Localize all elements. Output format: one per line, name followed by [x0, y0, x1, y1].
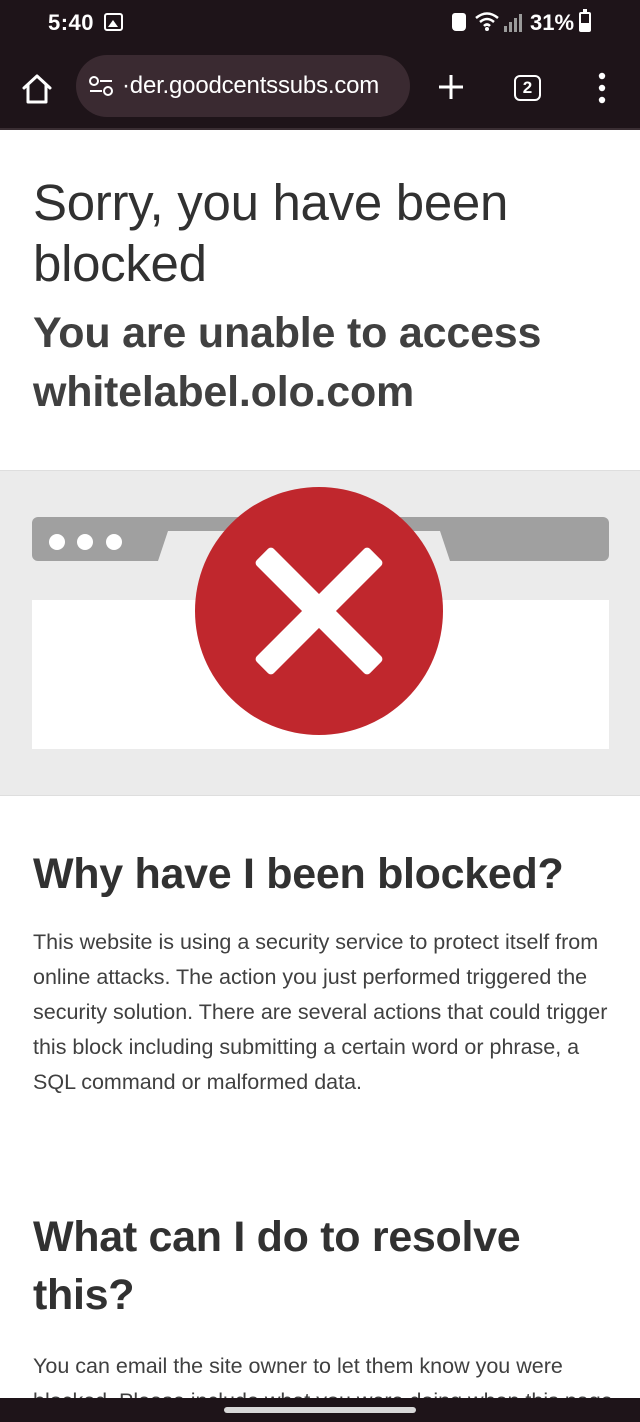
- blocked-browser-graphic: [32, 487, 609, 749]
- resolve-heading: What can I do to resolve this?: [33, 1213, 521, 1319]
- lock-icon: [452, 13, 466, 31]
- page-subtitle: You are unable to access whitelabel.olo.…: [33, 309, 542, 416]
- why-blocked-heading: Why have I been blocked?: [33, 850, 564, 898]
- status-time: 5:40: [48, 10, 95, 35]
- status-bar: 5:40 31%: [0, 0, 640, 50]
- window-dot: [77, 534, 93, 550]
- home-gesture-handle[interactable]: [224, 1407, 416, 1413]
- browser-toolbar: ·der.goodcentssubs.com 2: [0, 50, 640, 130]
- signal-icon: [504, 14, 522, 32]
- window-dot: [106, 534, 122, 550]
- navigation-bar: [0, 1398, 640, 1422]
- why-blocked-text: This website is using a security service…: [33, 930, 608, 1094]
- image-icon: [104, 13, 123, 31]
- window-dot: [49, 534, 65, 550]
- page-title: Sorry, you have been blocked: [33, 174, 509, 292]
- site-settings-icon[interactable]: [88, 75, 114, 97]
- menu-icon[interactable]: [588, 70, 616, 106]
- battery-icon: [579, 9, 591, 32]
- home-icon[interactable]: [20, 72, 54, 106]
- blocked-illustration: [0, 470, 640, 796]
- new-tab-icon[interactable]: [434, 70, 468, 104]
- wifi-icon: [475, 12, 499, 31]
- url-text[interactable]: ·der.goodcentssubs.com: [122, 72, 379, 100]
- tab-switcher-button[interactable]: 2: [514, 75, 541, 101]
- address-bar[interactable]: ·der.goodcentssubs.com: [76, 55, 410, 117]
- battery-percent: 31%: [530, 10, 575, 35]
